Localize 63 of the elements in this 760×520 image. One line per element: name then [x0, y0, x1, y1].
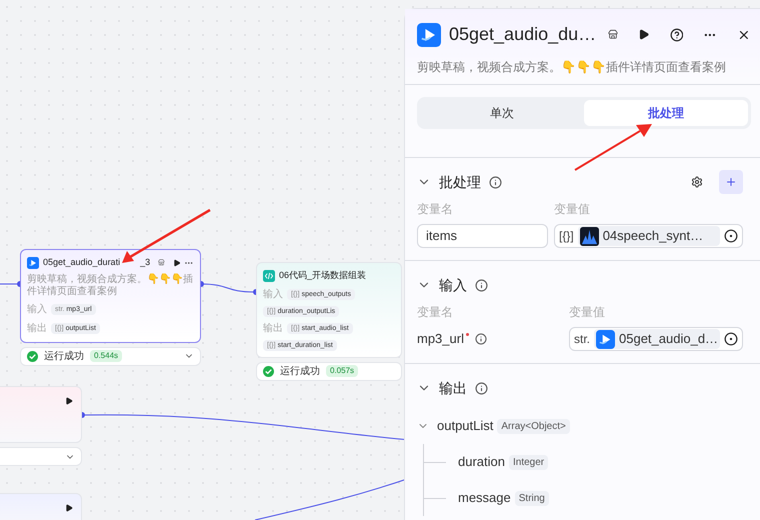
duration-badge: 0.057s: [326, 365, 358, 377]
type-badge: String: [514, 490, 549, 506]
section-title: 输出: [439, 378, 467, 398]
play-icon[interactable]: [172, 258, 180, 267]
run-button[interactable]: [638, 27, 650, 42]
waveform-icon: [580, 226, 599, 246]
success-icon: [263, 366, 274, 376]
status-text: 运行成功: [280, 364, 320, 378]
plugin-icon: [417, 22, 441, 46]
output-name: message: [458, 489, 511, 508]
output-name: duration: [458, 453, 505, 472]
type-label: [{}]: [559, 228, 574, 245]
outputs-label: 输出: [27, 322, 47, 336]
add-button[interactable]: [719, 170, 743, 194]
plugin-icon: [27, 256, 39, 269]
store-icon[interactable]: [608, 28, 618, 41]
section-title: 批处理: [439, 172, 481, 192]
type-label: str.: [574, 331, 590, 348]
variable-name: mp3_url: [417, 330, 464, 348]
play-icon[interactable]: [65, 504, 73, 512]
run-status-bar[interactable]: 运行成功 0.544s: [20, 346, 201, 366]
duration-badge: 0.544s: [90, 350, 122, 362]
info-icon[interactable]: [475, 382, 488, 394]
info-icon[interactable]: [474, 333, 487, 345]
panel-description: 剪映草稿，视频合成方案。👇👇👇插件详情页面查看案例: [417, 59, 727, 76]
tab[interactable]: 批处理: [584, 100, 748, 126]
type-badge: Integer: [508, 454, 548, 470]
plus-icon: [725, 176, 737, 188]
source-reference: 04speech_synt…: [602, 227, 704, 246]
outputs-label: 输出: [263, 322, 283, 336]
inputs-label: 输入: [27, 302, 47, 316]
section-title: 输入: [439, 276, 467, 294]
output-name: outputList: [437, 417, 494, 436]
node-title-end: _3: [140, 256, 150, 269]
play-icon[interactable]: [65, 397, 73, 405]
column-header: 变量值: [554, 201, 590, 218]
settings-icon[interactable]: [691, 176, 703, 188]
plugin-icon: [596, 330, 616, 348]
info-icon[interactable]: [489, 176, 502, 188]
type-badge: Array<Object>: [497, 418, 570, 434]
node-card[interactable]: [0, 386, 82, 443]
reference-icon[interactable]: [724, 332, 738, 346]
column-header: 变量名: [417, 201, 454, 218]
panel-title: 05get_audio_du…: [449, 23, 596, 46]
code-icon: [263, 270, 275, 282]
variable-value-field[interactable]: [{}] 04speech_synt…: [554, 224, 743, 248]
help-icon[interactable]: [670, 26, 684, 44]
reference-icon[interactable]: [724, 229, 738, 243]
node-description: 剪映草稿，视频合成方案。👇👇👇插件详情页面查看案例: [27, 274, 194, 298]
column-header: 变量值: [569, 304, 605, 321]
status-text: 运行成功: [44, 350, 84, 364]
node-title: 06代码_开场数据组装: [279, 269, 366, 282]
store-icon: [158, 259, 165, 266]
variable-value-field[interactable]: str. 05get_audio_d…: [569, 327, 743, 351]
success-icon: [27, 350, 38, 362]
info-icon[interactable]: [475, 278, 488, 292]
inputs-label: 输入: [263, 288, 283, 302]
source-reference: 05get_audio_d…: [619, 330, 718, 348]
tab[interactable]: 单次: [420, 100, 584, 126]
node-title: 05get_audio_durati: [43, 256, 120, 269]
column-header: 变量名: [417, 304, 454, 321]
variable-name-field[interactable]: items: [417, 224, 548, 248]
run-status-bar[interactable]: 运行成功 0.057s: [256, 362, 402, 380]
